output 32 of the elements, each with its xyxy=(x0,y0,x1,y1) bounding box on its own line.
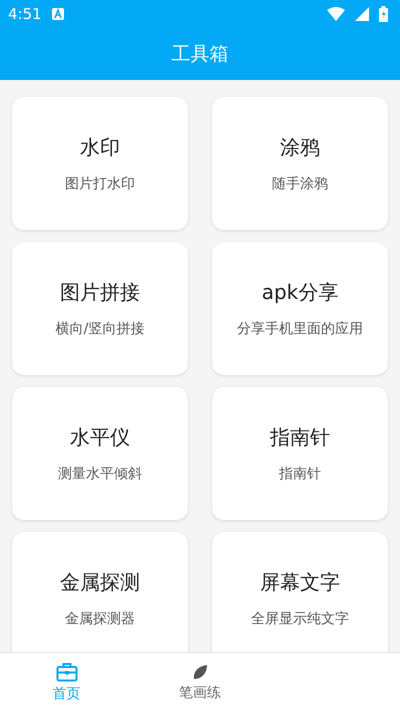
tool-description: 横向/竖向拼接 xyxy=(56,320,144,338)
tool-description: 测量水平倾斜 xyxy=(58,465,142,483)
tool-description: 金属探测器 xyxy=(65,610,135,628)
tool-card[interactable]: 金属探测 金属探测器 xyxy=(12,532,188,652)
tool-card[interactable]: 指南针 指南针 xyxy=(212,387,388,520)
tool-name: 水平仪 xyxy=(70,424,130,451)
signal-icon xyxy=(355,7,369,21)
tool-name: 金属探测 xyxy=(60,569,140,596)
battery-icon xyxy=(379,6,388,22)
tool-name: 水印 xyxy=(80,134,120,161)
tool-card[interactable]: 涂鸦 随手涂鸦 xyxy=(212,97,388,230)
toolbox-icon xyxy=(56,662,78,682)
tool-name: apk分享 xyxy=(262,279,338,306)
tool-description: 指南针 xyxy=(279,465,321,483)
status-time: 4:51 xyxy=(8,5,42,23)
wifi-icon xyxy=(327,7,345,21)
tool-card[interactable]: 图片拼接 横向/竖向拼接 xyxy=(12,242,188,375)
tool-description: 全屏显示纯文字 xyxy=(251,610,349,628)
tool-card[interactable]: 水平仪 测量水平倾斜 xyxy=(12,387,188,520)
notification-icon xyxy=(52,8,64,20)
tool-card[interactable]: 水印 图片打水印 xyxy=(12,97,188,230)
tool-name: 涂鸦 xyxy=(280,134,320,161)
tool-description: 图片打水印 xyxy=(65,175,135,193)
tool-name: 屏幕文字 xyxy=(260,569,340,596)
tool-description: 分享手机里面的应用 xyxy=(237,320,363,338)
tool-name: 图片拼接 xyxy=(60,279,140,306)
page-title: 工具箱 xyxy=(172,42,228,67)
nav-tab[interactable]: 笔画练 xyxy=(133,653,267,712)
tool-name: 指南针 xyxy=(270,424,330,451)
tool-description: 随手涂鸦 xyxy=(272,175,328,193)
tool-card[interactable]: 屏幕文字 全屏显示纯文字 xyxy=(212,532,388,652)
tool-card[interactable]: apk分享 分享手机里面的应用 xyxy=(212,242,388,375)
